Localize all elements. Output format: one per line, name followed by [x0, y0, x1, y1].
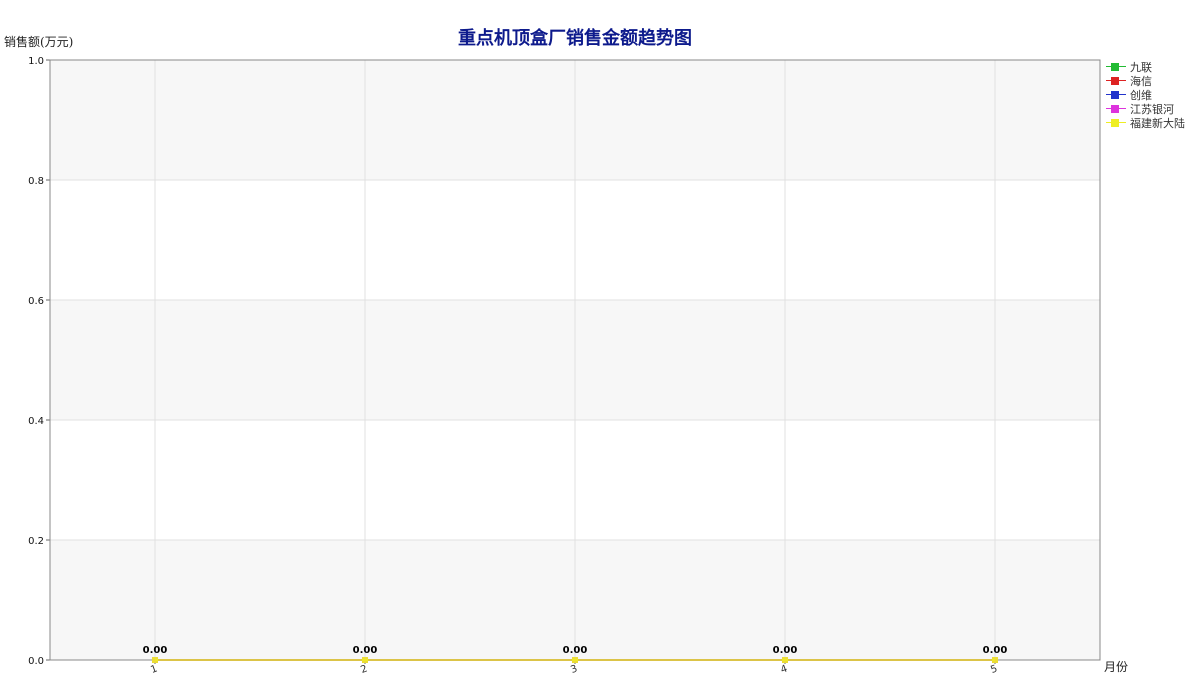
x-tick-label: 4 [779, 663, 789, 676]
legend-item: 九联 [1106, 60, 1185, 74]
legend-marker [1111, 63, 1119, 71]
series-marker [362, 657, 368, 663]
series-marker [992, 657, 998, 663]
legend-marker [1111, 119, 1119, 127]
data-label: 0.00 [353, 645, 378, 656]
legend-item: 创维 [1106, 88, 1185, 102]
x-tick-label: 1 [149, 663, 159, 676]
legend-label: 福建新大陆 [1130, 117, 1185, 130]
chart-title: 重点机顶盒厂销售金额趋势图 [458, 28, 692, 49]
data-label: 0.00 [983, 645, 1008, 656]
legend-marker [1111, 91, 1119, 99]
series-marker [782, 657, 788, 663]
data-label: 0.00 [773, 645, 798, 656]
series-marker [152, 657, 158, 663]
legend-item: 江苏银河 [1106, 102, 1185, 116]
legend: 九联 海信 创维 江苏银河 福建新大陆 [1106, 60, 1185, 130]
y-tick-label: 0.2 [28, 536, 44, 547]
legend-marker [1111, 77, 1119, 85]
x-axis-label: 月份 [1104, 660, 1129, 674]
chart: 0.0 0.2 0.4 0.6 0.8 1.0 1 2 3 4 5 0.00 0.00 0.00 0.00 0… [0, 0, 1200, 700]
x-tick-label: 2 [359, 663, 369, 676]
plot-svg: 0.0 0.2 0.4 0.6 0.8 1.0 1 2 3 4 5 0.00 0.00 0.00 0.00 0… [28, 56, 1101, 676]
y-tick-label: 1.0 [28, 56, 44, 67]
legend-item: 海信 [1106, 74, 1185, 88]
x-tick-label: 3 [569, 663, 579, 676]
y-tick-label: 0.8 [28, 176, 44, 187]
x-tick-label: 5 [989, 663, 999, 676]
data-label: 0.00 [563, 645, 588, 656]
y-tick-label: 0.0 [28, 656, 44, 667]
data-label: 0.00 [143, 645, 168, 656]
legend-item: 福建新大陆 [1106, 116, 1185, 130]
legend-marker [1111, 105, 1119, 113]
y-tick-label: 0.4 [28, 416, 44, 427]
y-axis-label: 销售额(万元) [4, 35, 74, 49]
y-tick-label: 0.6 [28, 296, 44, 307]
series-marker [572, 657, 578, 663]
